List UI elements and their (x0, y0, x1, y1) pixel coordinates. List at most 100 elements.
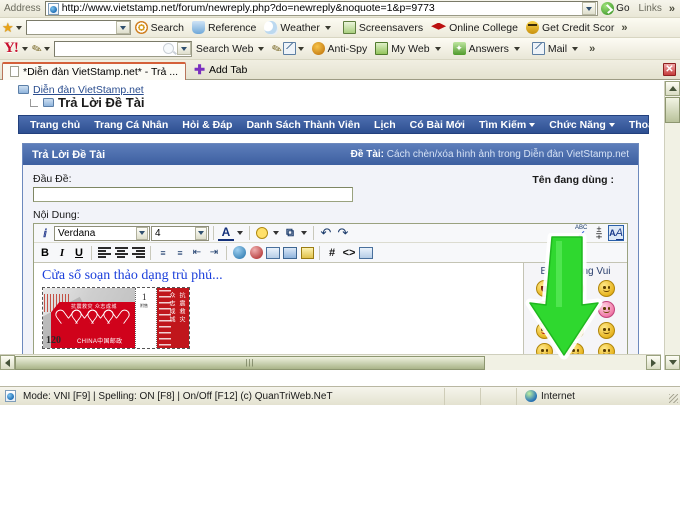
address-input[interactable]: http://www.vietstamp.net/forum/newreply.… (44, 1, 599, 16)
favorites-dropdown-icon[interactable] (15, 25, 22, 30)
scroll-left-button[interactable] (0, 355, 15, 370)
nav-item-logout[interactable]: Thoát (622, 119, 661, 131)
smiley-kiss[interactable] (536, 322, 553, 339)
toolbar-item-weather[interactable]: Weather (260, 21, 339, 34)
smiley-neutral[interactable] (567, 280, 584, 297)
go-button[interactable]: Go (598, 2, 634, 15)
special-char-icon[interactable]: ± ∓ (591, 225, 607, 241)
add-tab-button[interactable]: ✚ Add Tab (186, 63, 255, 76)
bold-button[interactable]: B (37, 245, 53, 261)
scroll-up-button[interactable] (665, 81, 680, 96)
outdent-button[interactable]: ⇤ (189, 245, 205, 261)
pencil-icon[interactable]: ✎ (30, 40, 44, 57)
font-size-select[interactable]: 4 (151, 225, 209, 241)
compose-area[interactable]: Cửa sổ soạn thảo dạng trù phú... 抗震救灾 众志… (34, 262, 627, 368)
yahoo-logo[interactable]: Y! (2, 40, 20, 57)
smiley-glasses[interactable] (536, 301, 553, 318)
nav-item-calendar[interactable]: Lịch (367, 119, 403, 131)
toolbar-item-online-college[interactable]: Online College (427, 22, 522, 34)
partner-search-input[interactable] (25, 20, 131, 35)
hscroll-thumb[interactable]: ||| (15, 355, 485, 370)
wysiwyg-toggle-icon[interactable]: AA (608, 225, 624, 241)
vertical-scrollbar[interactable] (664, 81, 680, 370)
yahoo-overflow-icon[interactable]: » (586, 43, 598, 55)
toolbar-item-search[interactable]: Search (131, 21, 188, 34)
nav-item-faq[interactable]: Hỏi & Đáp (175, 119, 239, 131)
myweb-dropdown-icon[interactable] (434, 46, 441, 51)
address-dropdown-icon[interactable] (582, 2, 597, 15)
remove-link-button[interactable] (248, 245, 264, 261)
font-color-dropdown-icon[interactable] (237, 231, 243, 235)
partner-search-dropdown-icon[interactable] (115, 21, 130, 34)
mail-dropdown-icon[interactable] (572, 46, 579, 51)
vscroll-thumb[interactable] (665, 97, 680, 123)
undo-icon[interactable]: ↶ (318, 225, 334, 241)
toolbar-item-answers[interactable]: ✦ Answers (449, 42, 528, 55)
nav-item-memberlist[interactable]: Danh Sách Thành Viên (239, 119, 367, 131)
quote-button[interactable] (299, 245, 315, 261)
title-input[interactable] (33, 187, 353, 202)
hash-button[interactable]: # (324, 245, 340, 261)
underline-button[interactable]: U (71, 245, 87, 261)
nav-item-search[interactable]: Tìm Kiếm (472, 119, 542, 131)
answers-dropdown-icon[interactable] (513, 46, 520, 51)
yahoo-search-input[interactable] (53, 40, 192, 57)
breadcrumb-parent-link[interactable]: Diễn đàn VietStamp.net (33, 84, 144, 96)
nav-item-home[interactable]: Trang chủ (23, 119, 87, 131)
spellcheck-icon[interactable]: ABC ✓ (574, 225, 590, 241)
align-left-button[interactable] (96, 245, 112, 261)
yahoo-search-dropdown-icon[interactable] (176, 42, 191, 55)
indent-button[interactable]: ⇥ (206, 245, 222, 261)
smiley-dizzy[interactable] (567, 322, 584, 339)
font-color-icon[interactable]: A (218, 225, 234, 241)
font-family-select[interactable]: Verdana (54, 225, 150, 241)
browser-tab-active[interactable]: *Diễn đàn VietStamp.net* - Trả ... (2, 61, 187, 80)
nav-item-profile[interactable]: Trang Cá Nhân (87, 119, 175, 131)
smiley-surprised[interactable] (567, 301, 584, 318)
horizontal-scrollbar[interactable]: ||| (0, 354, 661, 370)
toolbar-item-screensavers[interactable]: Screensavers (339, 21, 427, 34)
insert-email-button[interactable] (265, 245, 281, 261)
close-tab-button[interactable]: ✕ (663, 63, 676, 76)
italic-button[interactable]: I (54, 245, 70, 261)
search-web-button[interactable]: Search Web (192, 43, 273, 55)
toolbar-item-antispy[interactable]: Anti-Spy (308, 42, 372, 55)
smiley-angry[interactable] (598, 301, 615, 318)
insert-media-button[interactable] (358, 245, 374, 261)
smiley-dropdown-icon[interactable] (273, 231, 279, 235)
smiley-wave[interactable] (598, 280, 615, 297)
toolbar-item-reference[interactable]: Reference (188, 21, 260, 34)
toolbar-item-credit-score[interactable]: Get Credit Scor (522, 21, 618, 34)
yahoo-dropdown-icon[interactable] (21, 46, 28, 51)
resize-grip[interactable] (666, 388, 680, 405)
remove-format-icon[interactable]: ⅈ (37, 225, 53, 241)
popup-blocker-dropdown-icon[interactable] (297, 46, 304, 51)
pencil-dropdown-icon[interactable] (43, 46, 50, 51)
search-web-dropdown-icon[interactable] (258, 46, 265, 51)
compose-content[interactable]: Cửa sổ soạn thảo dạng trù phú... 抗震救灾 众志… (34, 263, 523, 368)
ordered-list-button[interactable]: ≡ (155, 245, 171, 261)
code-button[interactable]: <> (341, 245, 357, 261)
smiley-happy[interactable] (598, 322, 615, 339)
weather-dropdown-icon[interactable] (324, 25, 331, 30)
toolbar-item-mail[interactable]: Mail (528, 42, 586, 55)
security-zone[interactable]: Internet (516, 387, 666, 405)
scroll-down-button[interactable] (665, 355, 680, 370)
links-label[interactable]: Links (635, 3, 666, 14)
smiley-laugh[interactable] (536, 280, 553, 297)
partner-overflow-icon[interactable]: » (618, 22, 630, 34)
favorites-star-icon[interactable]: ★ (2, 21, 14, 34)
smiley-icon[interactable] (254, 225, 270, 241)
align-center-button[interactable] (113, 245, 129, 261)
scroll-right-button[interactable] (646, 355, 661, 370)
attachment-dropdown-icon[interactable] (301, 231, 307, 235)
insert-link-button[interactable] (231, 245, 247, 261)
align-right-button[interactable] (130, 245, 146, 261)
nav-item-newposts[interactable]: Có Bài Mới (403, 119, 472, 131)
attachment-icon[interactable]: ⧉ (282, 225, 298, 241)
toolbar-item-myweb[interactable]: My Web (371, 42, 448, 55)
nav-item-functions[interactable]: Chức Năng (542, 119, 622, 131)
redo-icon[interactable]: ↷ (335, 225, 351, 241)
insert-image-button[interactable] (282, 245, 298, 261)
unordered-list-button[interactable]: ≡ (172, 245, 188, 261)
